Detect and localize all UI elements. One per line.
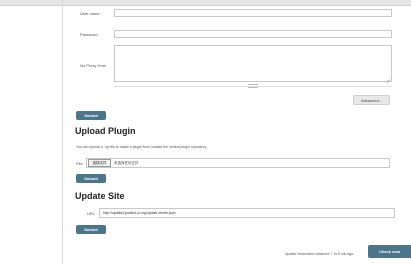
- password-input[interactable]: [114, 30, 392, 38]
- password-label: Password: [80, 32, 98, 37]
- grip-icon[interactable]: [248, 84, 258, 88]
- upload-plugin-heading: Upload Plugin: [75, 126, 136, 136]
- user-name-label: User name: [80, 11, 100, 16]
- update-status-text: Update information obtained: 7 hr 0 min …: [285, 252, 354, 256]
- no-proxy-host-label: No Proxy Host: [80, 63, 106, 68]
- update-site-heading: Update Site: [75, 191, 125, 201]
- user-name-input[interactable]: [114, 9, 392, 17]
- update-site-url-value: http://updates.jenkins-ci.org/update-cen…: [103, 211, 176, 215]
- file-label: File:: [76, 161, 84, 166]
- upload-submit-button[interactable]: Submit: [76, 174, 106, 183]
- choose-file-button[interactable]: 选择文件: [88, 159, 111, 167]
- check-now-button[interactable]: Check now: [368, 245, 411, 258]
- proxy-submit-button[interactable]: Submit: [76, 111, 106, 120]
- no-proxy-host-textarea[interactable]: [114, 45, 392, 82]
- advanced-button[interactable]: Advanced...: [353, 95, 390, 105]
- no-file-chosen-text: 未选择任何文件: [114, 161, 139, 165]
- resize-handle-icon[interactable]: [386, 76, 390, 80]
- upload-plugin-description: You can upload a .hpi file to install a …: [76, 145, 207, 149]
- left-frame-border: [62, 0, 63, 264]
- update-site-submit-button[interactable]: Submit: [76, 225, 106, 234]
- url-label: URL: [87, 211, 96, 216]
